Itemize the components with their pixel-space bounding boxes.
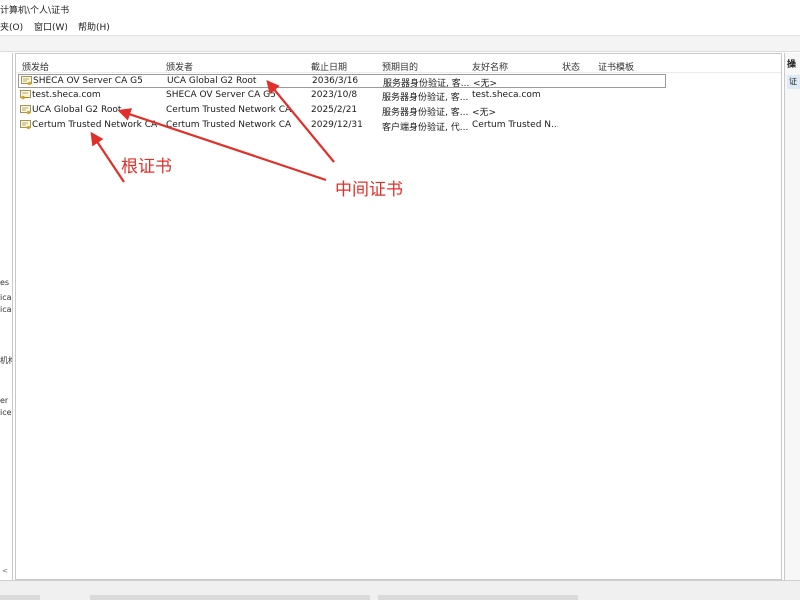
cell-expiry: 2023/10/8 [311, 90, 358, 100]
cell-expiry: 2036/3/16 [312, 76, 359, 86]
cell-friendly-name: <无> [473, 79, 498, 89]
actions-title: 操 [787, 60, 797, 70]
menu-bar: 夹(O) 窗口(W) 帮助(H) [0, 16, 800, 36]
table-row[interactable]: Certum Trusted Network CA Certum Trusted… [18, 119, 666, 133]
menu-window[interactable]: 窗口(W) [34, 20, 68, 33]
root-cert-annotation: 根证书 [121, 157, 172, 177]
cell-issued-by: Certum Trusted Network CA [166, 105, 292, 115]
menu-help[interactable]: 帮助(H) [78, 20, 110, 33]
cell-purpose: 服务器身份验证, 客... [382, 93, 469, 103]
cell-issued-to: Certum Trusted Network CA [32, 120, 158, 130]
tree-item-fragment[interactable]: ica [0, 305, 12, 314]
actions-item[interactable]: 证 [787, 75, 800, 89]
intermediate-cert-annotation: 中间证书 [335, 180, 403, 200]
status-segment [0, 595, 40, 600]
cell-expiry: 2029/12/31 [311, 120, 363, 130]
cell-friendly-name: test.sheca.com [472, 90, 541, 100]
status-segment [378, 595, 578, 600]
cell-issued-by: SHECA OV Server CA G5 [166, 90, 276, 100]
scroll-left-icon[interactable]: < [2, 567, 8, 575]
cell-friendly-name: Certum Trusted N... [472, 120, 558, 130]
cell-issued-to: UCA Global G2 Root [32, 105, 122, 115]
status-segment [90, 595, 370, 600]
tree-item-fragment[interactable]: er [0, 396, 8, 405]
cell-expiry: 2025/2/21 [311, 105, 358, 115]
cell-purpose: 客户端身份验证, 代... [382, 123, 469, 133]
cell-purpose: 服务器身份验证, 客... [383, 79, 470, 89]
cell-friendly-name: <无> [472, 108, 497, 118]
console-tree-pane[interactable]: es ica ica 机构 er ice < [0, 53, 13, 580]
cell-issued-to: test.sheca.com [32, 90, 101, 100]
cell-purpose: 服务器身份验证, 客... [382, 108, 469, 118]
tree-item-fragment[interactable]: ice [0, 408, 12, 417]
title-bar: 计算机\个人\证书 [0, 0, 800, 16]
actions-pane[interactable]: 操 证 [784, 53, 800, 580]
certificate-list[interactable]: 颁发给 颁发者 截止日期 预期目的 友好名称 状态 证书模板 SHECA OV … [15, 53, 782, 580]
certificate-icon [20, 120, 31, 130]
certificate-icon [20, 105, 31, 115]
table-row[interactable]: UCA Global G2 Root Certum Trusted Networ… [18, 104, 666, 118]
tree-item-fragment[interactable]: es [0, 278, 9, 287]
tree-item-fragment[interactable]: 机构 [0, 355, 12, 366]
certificate-key-icon [20, 90, 31, 100]
window-title: 计算机\个人\证书 [0, 6, 70, 16]
menu-favorites[interactable]: 夹(O) [0, 20, 23, 33]
certificate-icon [21, 76, 32, 86]
cell-issued-by: UCA Global G2 Root [167, 76, 257, 86]
header-divider [16, 72, 781, 73]
cell-issued-to: SHECA OV Server CA G5 [33, 76, 143, 86]
toolbar [0, 36, 800, 52]
status-bar [0, 580, 800, 600]
table-row[interactable]: test.sheca.com SHECA OV Server CA G5 202… [18, 89, 666, 103]
tree-item-fragment[interactable]: ica [0, 293, 12, 302]
cell-issued-by: Certum Trusted Network CA [166, 120, 292, 130]
table-row[interactable]: SHECA OV Server CA G5 UCA Global G2 Root… [18, 74, 666, 89]
